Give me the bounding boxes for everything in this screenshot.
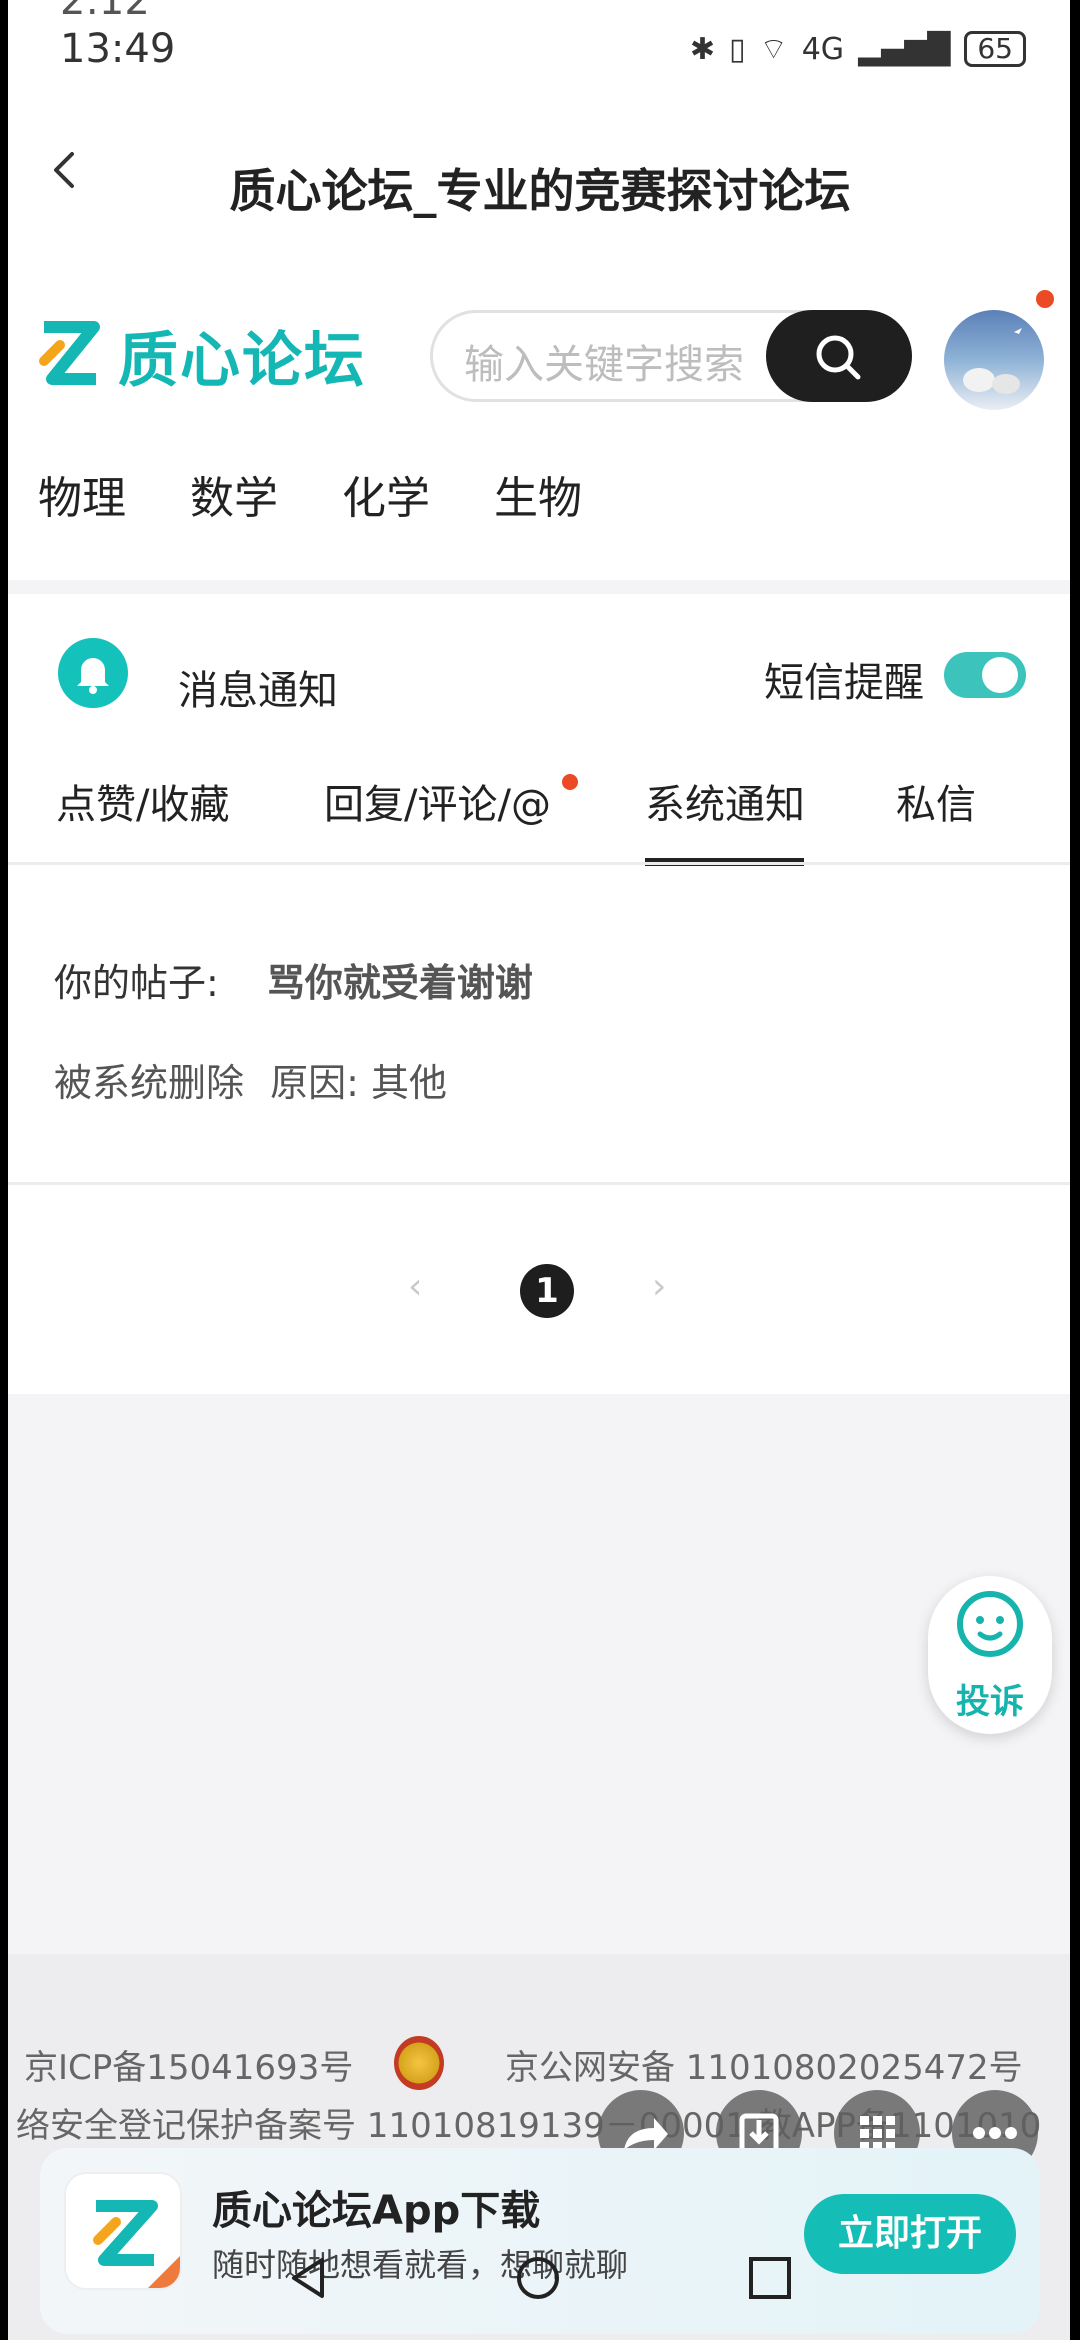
- logo-text: 质心论坛: [118, 326, 366, 396]
- bell-icon: [58, 638, 128, 708]
- search-icon: [816, 335, 861, 380]
- police-record[interactable]: 京公网安备 11010802025472号: [505, 2048, 1023, 2088]
- next-page-icon[interactable]: ›: [652, 1266, 666, 1307]
- subject-chemistry[interactable]: 化学: [342, 462, 430, 526]
- message-reason: 原因: 其他: [270, 1061, 447, 1105]
- logo-icon: [39, 320, 100, 385]
- sms-reminder-label: 短信提醒: [764, 660, 924, 706]
- search-placeholder: 输入关键字搜索: [464, 342, 744, 388]
- bluetooth-icon: ✱: [689, 31, 715, 67]
- subject-math[interactable]: 数学: [190, 462, 278, 526]
- search-button[interactable]: [766, 310, 912, 402]
- status-old-time: 2:12: [60, 0, 150, 24]
- replies-unread-dot: [562, 774, 578, 790]
- tab-likes[interactable]: 点赞/收藏: [56, 772, 229, 830]
- tabs-divider: [8, 862, 1070, 865]
- avatar-image: [963, 328, 1022, 394]
- vibrate-icon: ▯: [729, 31, 746, 67]
- app-icon: [64, 2172, 182, 2290]
- open-app-button[interactable]: 立即打开: [804, 2194, 1016, 2274]
- tab-system[interactable]: 系统通知: [645, 772, 805, 830]
- customer-service-icon: [957, 1591, 1023, 1657]
- site-logo[interactable]: 质心论坛: [38, 312, 366, 399]
- subject-biology[interactable]: 生物: [494, 462, 582, 526]
- avatar-notification-dot: [1036, 290, 1054, 308]
- screen-edge-right: [1070, 0, 1080, 2340]
- banner-subtitle: 随时随地想看就看，想聊就聊: [212, 2246, 629, 2284]
- wifi-icon: ⌔: [759, 32, 788, 67]
- complain-label: 投诉: [956, 1682, 1024, 1722]
- status-icons: ✱ ▯ ⌔ 4G ▂▄▆█ 65: [690, 30, 1026, 68]
- post-title[interactable]: 骂你就受着谢谢: [267, 961, 533, 1005]
- tab-private-messages[interactable]: 私信: [896, 772, 976, 830]
- signal-icon: ▂▄▆█: [858, 31, 951, 67]
- icp-record[interactable]: 京ICP备15041693号: [24, 2048, 353, 2088]
- nav-home-icon[interactable]: [516, 2256, 560, 2300]
- message-reason-line: 被系统删除 原因: 其他: [54, 1052, 447, 1107]
- toggle-knob: [982, 657, 1018, 693]
- message-divider: [8, 1182, 1070, 1185]
- subject-physics[interactable]: 物理: [38, 462, 126, 526]
- message-post-line: 你的帖子: 骂你就受着谢谢: [54, 952, 533, 1007]
- screen-edge-left: [0, 0, 8, 2340]
- status-time: 13:49: [60, 26, 176, 72]
- post-prefix: 你的帖子:: [54, 961, 219, 1005]
- page-title: 质心论坛_专业的竞赛探讨论坛: [229, 164, 851, 218]
- page-number-current[interactable]: 1: [520, 1264, 574, 1318]
- nav-recents-icon[interactable]: [748, 2256, 792, 2300]
- tab-replies[interactable]: 回复/评论/@: [324, 772, 551, 830]
- notice-title: 消息通知: [178, 668, 338, 714]
- nav-back-icon[interactable]: [286, 2256, 330, 2300]
- avatar[interactable]: [944, 310, 1044, 410]
- footer-line-1: 京ICP备15041693号 京公网安备 11010802025472号 网: [24, 2040, 1080, 2089]
- subject-nav: 物理 数学 化学 生物: [38, 462, 582, 526]
- message-status: 被系统删除: [54, 1061, 245, 1105]
- prev-page-icon[interactable]: ‹: [408, 1266, 422, 1307]
- police-emblem-icon: [394, 2036, 444, 2090]
- banner-title: 质心论坛App下载: [212, 2188, 541, 2234]
- battery-indicator: 65: [964, 31, 1026, 67]
- network-label: 4G: [801, 31, 845, 67]
